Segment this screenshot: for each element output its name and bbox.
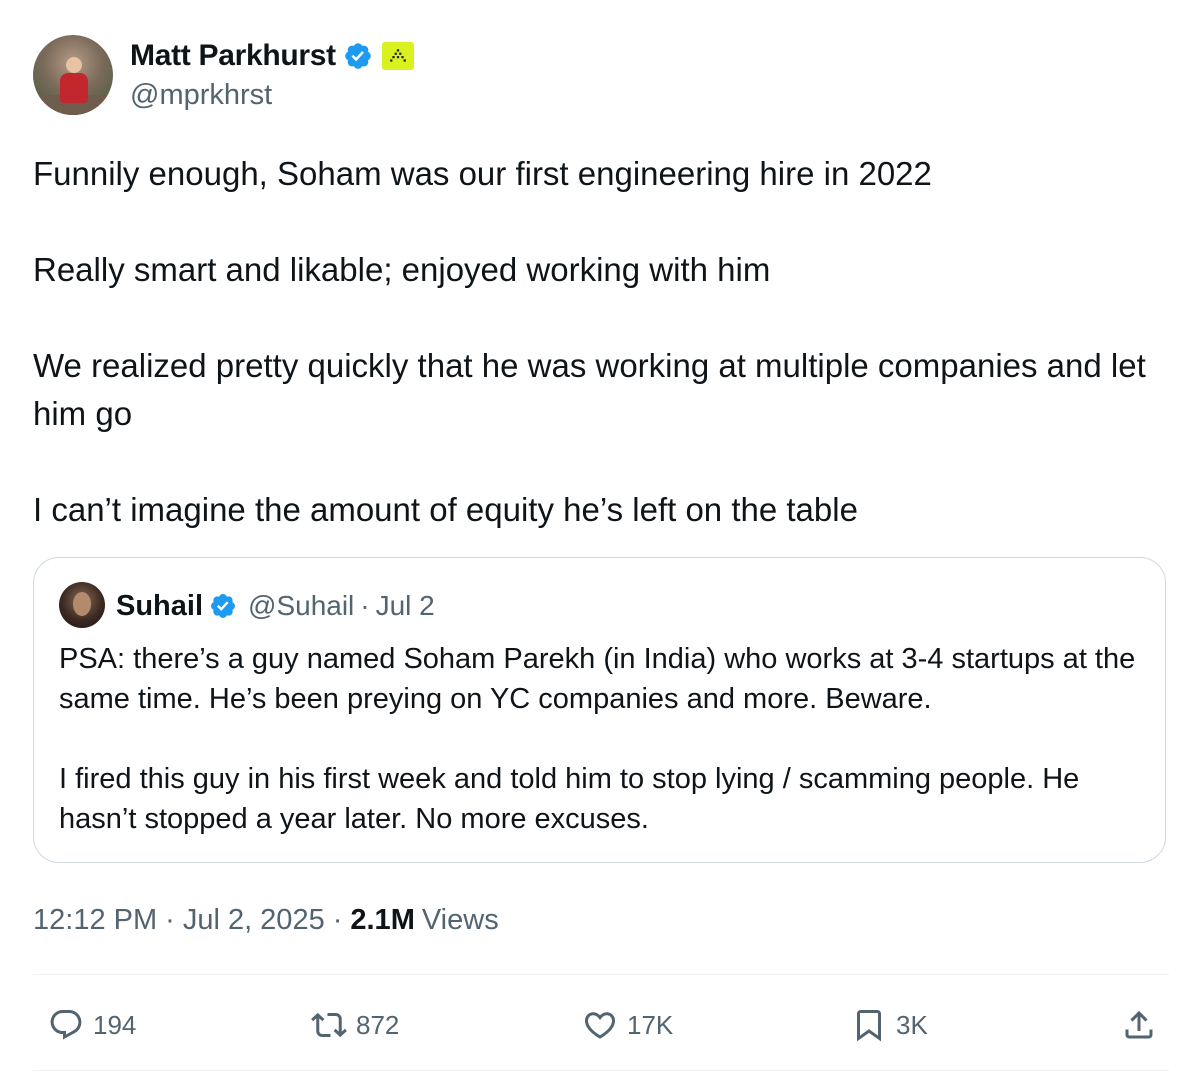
tweet-paragraph: Funnily enough, Soham was our first engi…: [33, 155, 932, 192]
quoted-tweet-date[interactable]: Jul 2: [376, 590, 435, 622]
views-label: Views: [421, 903, 499, 936]
quoted-tweet[interactable]: Suhail @Suhail · Jul 2 PSA: there’s a gu…: [33, 557, 1166, 863]
quoted-paragraph: PSA: there’s a guy named Soham Parekh (i…: [59, 643, 1136, 715]
tweet-paragraph: Really smart and likable; enjoyed workin…: [33, 251, 771, 288]
quoted-author-avatar[interactable]: [59, 582, 105, 628]
repost-button[interactable]: 872: [311, 995, 399, 1055]
author-name-row: Matt Parkhurst: [130, 38, 414, 74]
quoted-tweet-header: Suhail @Suhail · Jul 2: [116, 586, 435, 626]
quoted-paragraph: I fired this guy in his first week and t…: [59, 763, 1080, 835]
bookmark-icon: [857, 1010, 881, 1042]
share-upload-icon: [1125, 1010, 1153, 1039]
avatar-figure-head: [66, 57, 82, 73]
repost-arrows-icon: [311, 1012, 347, 1038]
avatar-face: [73, 592, 91, 616]
bookmark-count: 3K: [896, 1009, 928, 1040]
verified-badge-icon[interactable]: [209, 592, 237, 620]
quoted-author-name[interactable]: Suhail: [116, 590, 203, 623]
share-button[interactable]: [1121, 995, 1157, 1055]
repost-count: 872: [356, 1009, 400, 1040]
author-handle[interactable]: @mprkhrst: [130, 79, 272, 112]
like-count: 17K: [627, 1009, 674, 1040]
avatar-figure-body: [60, 73, 88, 103]
quoted-tweet-text: PSA: there’s a guy named Soham Parekh (i…: [59, 639, 1149, 839]
meta-separator: ·: [165, 903, 175, 936]
tweet-text: Funnily enough, Soham was our first engi…: [33, 150, 1153, 534]
tweet-paragraph: We realized pretty quickly that he was w…: [33, 347, 1146, 432]
meta-separator: ·: [332, 903, 343, 936]
verified-badge-icon[interactable]: [343, 41, 373, 71]
reply-count: 194: [93, 1009, 137, 1040]
heart-icon: [584, 1012, 616, 1039]
reply-button[interactable]: 194: [48, 995, 136, 1055]
quoted-author-handle[interactable]: @Suhail: [248, 590, 354, 622]
tweet-meta: 12:12 PM · Jul 2, 2025 · 2.1M Views: [33, 898, 499, 942]
tweet-card: Matt Parkhurst @mprkhrst Funnily enough,…: [0, 0, 1200, 1072]
action-bar: 194 872 17K 3K: [0, 995, 1200, 1055]
bookmark-button[interactable]: 3K: [851, 995, 928, 1055]
views-count: 2.1M: [350, 903, 415, 936]
affiliate-badge-icon[interactable]: [381, 42, 414, 70]
like-button[interactable]: 17K: [582, 995, 673, 1055]
divider: [33, 1070, 1169, 1071]
tweet-date[interactable]: Jul 2, 2025: [183, 904, 325, 937]
divider: [33, 974, 1169, 975]
author-avatar[interactable]: [33, 35, 113, 115]
author-display-name[interactable]: Matt Parkhurst: [130, 39, 336, 73]
tweet-paragraph: I can’t imagine the amount of equity he’…: [33, 491, 858, 528]
quoted-separator: ·: [360, 590, 370, 621]
tweet-time[interactable]: 12:12 PM: [33, 904, 157, 937]
speech-bubble-icon: [50, 1010, 82, 1040]
